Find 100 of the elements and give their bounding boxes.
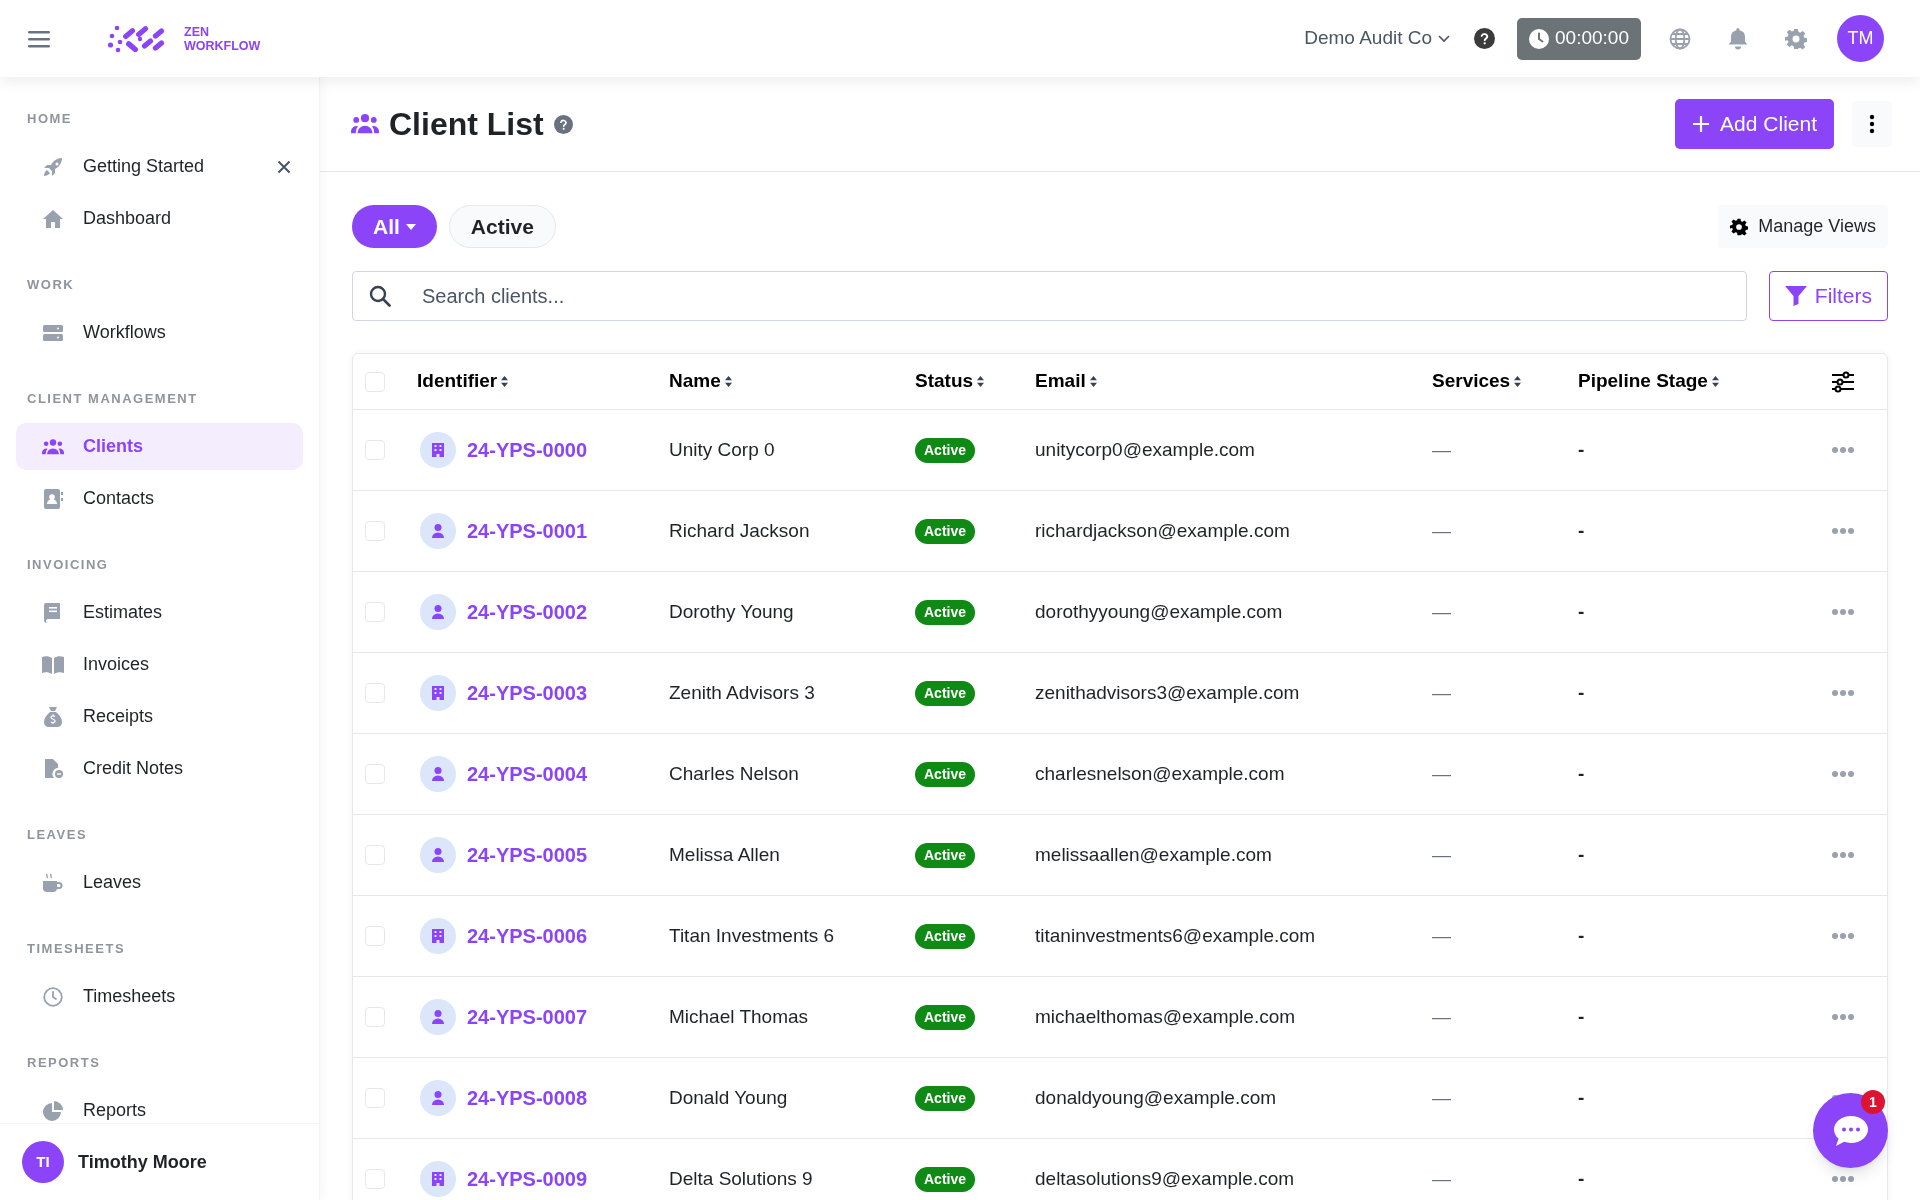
manage-views-button[interactable]: Manage Views (1718, 205, 1888, 248)
table-cell-text: charlesnelson@example.com (1035, 761, 1286, 786)
sort-icon[interactable] (724, 376, 732, 387)
sidebar-item[interactable]: Receipts (16, 693, 303, 740)
table-cell-text: Dorothy Young (669, 599, 795, 624)
client-link[interactable]: 24-YPS-0001 (467, 516, 588, 546)
settings-icon (1730, 217, 1749, 236)
checkbox[interactable] (365, 683, 385, 703)
table-cell-text: — (1432, 923, 1452, 948)
bell-icon[interactable] (1728, 27, 1748, 50)
person-icon (432, 1091, 444, 1105)
client-link[interactable]: 24-YPS-0008 (467, 1083, 588, 1113)
help-icon[interactable] (1474, 28, 1496, 49)
logo-text: WORKFLOW (184, 38, 261, 53)
client-link[interactable]: 24-YPS-0009 (467, 1164, 588, 1194)
more-icon[interactable] (1831, 447, 1854, 453)
more-icon[interactable] (1831, 771, 1854, 777)
table-cell-text: - (1578, 842, 1586, 867)
more-icon[interactable] (1831, 933, 1854, 939)
notification-badge: 1 (1861, 1090, 1885, 1114)
client-link[interactable]: 24-YPS-0006 (467, 921, 588, 951)
status-badge: Active (915, 923, 976, 949)
more-icon[interactable] (1831, 1014, 1854, 1020)
sidebar-item[interactable]: Reports (16, 1087, 303, 1123)
sidebar-item[interactable]: Leaves (16, 859, 303, 906)
sort-icon[interactable] (1514, 376, 1522, 387)
more-icon[interactable] (1831, 528, 1854, 534)
more-icon[interactable] (1831, 690, 1854, 696)
file-minus-icon (42, 758, 64, 779)
table-cell-text: - (1578, 1085, 1586, 1110)
search-field[interactable]: Search clients... (352, 271, 1747, 321)
more-icon[interactable] (1831, 852, 1854, 858)
help-icon[interactable] (553, 114, 573, 134)
table-cell-text: Donald Young (669, 1085, 789, 1110)
sidebar-item[interactable]: Workflows (16, 309, 303, 356)
globe-icon[interactable] (1669, 27, 1691, 50)
sidebar-item[interactable]: Dashboard (16, 195, 303, 242)
checkbox[interactable] (365, 1169, 385, 1189)
checkbox[interactable] (365, 440, 385, 460)
timer-button[interactable]: 00:00:00 (1517, 17, 1641, 60)
column-header: Identifier (417, 369, 498, 394)
sidebar-item[interactable]: Invoices (16, 641, 303, 688)
close-icon[interactable] (277, 159, 291, 174)
sort-icon[interactable] (1089, 376, 1097, 387)
sidebar-item[interactable]: Contacts (16, 475, 303, 522)
sidebar-item[interactable]: Credit Notes (16, 745, 303, 792)
more-icon[interactable] (1831, 609, 1854, 615)
sliders-icon[interactable] (1830, 370, 1855, 393)
sidebar-item[interactable]: Timesheets (16, 973, 303, 1020)
sort-icon[interactable] (977, 376, 985, 387)
view-tab[interactable]: Active (448, 205, 556, 248)
table-cell-text: — (1432, 599, 1452, 624)
organization-dropdown[interactable]: Demo Audit Co (1304, 24, 1451, 53)
table-cell-text: richardjackson@example.com (1035, 518, 1291, 543)
checkbox[interactable] (365, 371, 385, 392)
client-link[interactable]: 24-YPS-0005 (467, 840, 588, 870)
more-icon[interactable] (1831, 1176, 1854, 1182)
table-cell-text: unitycorp0@example.com (1035, 437, 1256, 462)
checkbox[interactable] (365, 764, 385, 784)
view-tab[interactable]: All (352, 205, 437, 248)
sidebar-item[interactable]: Getting Started (16, 143, 303, 190)
filters-button[interactable]: Filters (1768, 271, 1888, 321)
person-icon (432, 848, 444, 862)
status-badge: Active (915, 1085, 976, 1111)
table-cell-text: Unity Corp 0 (669, 437, 776, 462)
user-avatar[interactable]: TI (22, 1141, 64, 1183)
checkbox[interactable] (365, 1088, 385, 1108)
checkbox[interactable] (365, 602, 385, 622)
checkbox[interactable] (365, 845, 385, 865)
checkbox[interactable] (365, 926, 385, 946)
table-cell-text: Delta Solutions 9 (669, 1166, 814, 1191)
clock-icon (1529, 28, 1550, 49)
menu-icon[interactable] (28, 29, 50, 48)
add-client-button[interactable]: Add Client (1675, 99, 1834, 149)
section-heading: TIMESHEETS (26, 940, 127, 959)
client-link[interactable]: 24-YPS-0007 (467, 1002, 588, 1032)
table-cell-text: - (1578, 1166, 1586, 1191)
column-header: Name (669, 369, 721, 394)
contact-card-icon (42, 488, 64, 509)
sort-icon[interactable] (1711, 376, 1719, 387)
page-title: Client List (389, 105, 544, 144)
more-options-button[interactable] (1852, 101, 1892, 147)
table-cell-text: - (1578, 437, 1586, 462)
server-icon (42, 322, 64, 343)
table-cell-text: deltasolutions9@example.com (1035, 1166, 1296, 1191)
table-cell-text: — (1432, 761, 1452, 786)
checkbox[interactable] (365, 1007, 385, 1027)
sidebar-item[interactable]: Estimates (16, 589, 303, 636)
sidebar-item[interactable]: Clients (16, 423, 303, 470)
chevron-down-icon (1438, 34, 1451, 43)
settings-icon[interactable] (1785, 27, 1807, 50)
checkbox[interactable] (365, 521, 385, 541)
pie-chart-icon (42, 1100, 64, 1121)
client-link[interactable]: 24-YPS-0002 (467, 597, 588, 627)
sort-icon[interactable] (501, 376, 509, 387)
user-avatar[interactable]: TM (1837, 15, 1884, 62)
client-link[interactable]: 24-YPS-0000 (467, 435, 588, 465)
status-badge: Active (915, 1166, 976, 1192)
client-link[interactable]: 24-YPS-0004 (467, 759, 588, 789)
client-link[interactable]: 24-YPS-0003 (467, 678, 588, 708)
